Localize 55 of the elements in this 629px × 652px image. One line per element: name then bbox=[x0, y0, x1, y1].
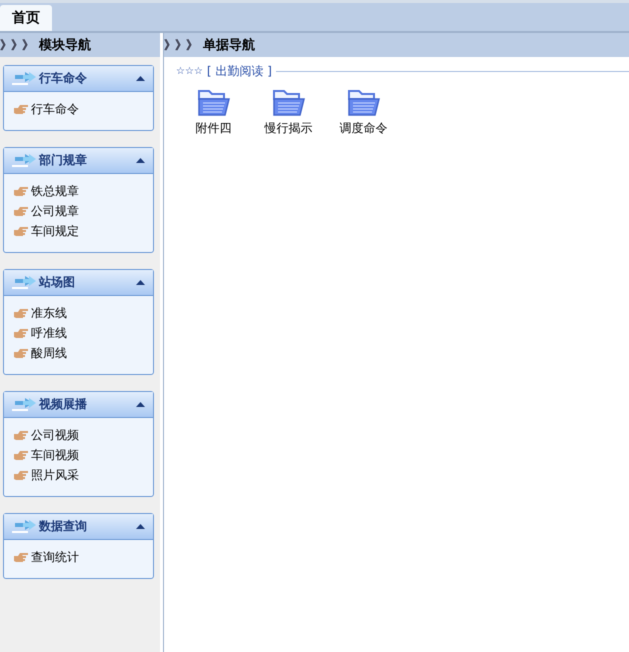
collapse-icon[interactable] bbox=[136, 402, 145, 407]
chevrons-text: 》》》 bbox=[164, 36, 197, 54]
panel-title: 视频展播 bbox=[39, 396, 88, 413]
panel-header[interactable]: 站场图 bbox=[4, 270, 153, 296]
nav-link[interactable]: 照片风采 bbox=[31, 466, 79, 484]
nav-link[interactable]: 准东线 bbox=[31, 304, 67, 322]
sidebar-title: 模块导航 bbox=[39, 36, 91, 54]
folder-icon[interactable] bbox=[348, 90, 380, 116]
pointing-hand-icon bbox=[13, 226, 28, 236]
pointing-hand-icon bbox=[13, 552, 28, 562]
nav-link[interactable]: 查询统计 bbox=[31, 548, 79, 566]
collapse-icon[interactable] bbox=[136, 158, 145, 163]
arrow-icon bbox=[11, 520, 37, 534]
pointing-hand-icon bbox=[13, 328, 28, 338]
nav-link[interactable]: 行车命令 bbox=[31, 100, 79, 118]
panel-title: 部门规章 bbox=[39, 152, 88, 169]
pointing-hand-icon bbox=[13, 470, 28, 480]
panel-header[interactable]: 视频展播 bbox=[4, 392, 153, 418]
collapse-icon[interactable] bbox=[136, 280, 145, 285]
arrow-icon bbox=[11, 72, 37, 86]
pointing-hand-icon bbox=[13, 450, 28, 460]
nav-link[interactable]: 铁总规章 bbox=[31, 182, 79, 200]
pointing-hand-icon bbox=[13, 348, 28, 358]
pointing-hand-icon bbox=[13, 104, 28, 114]
stars-text: ☆☆☆ bbox=[176, 66, 203, 77]
panel-title: 站场图 bbox=[39, 274, 76, 291]
folder-icon[interactable] bbox=[272, 90, 304, 116]
panel-header[interactable]: 数据查询 bbox=[4, 514, 153, 540]
nav-link[interactable]: 呼准线 bbox=[31, 324, 67, 342]
folder-label[interactable]: 慢行揭示 bbox=[264, 120, 312, 137]
arrow-icon bbox=[11, 276, 37, 290]
tab[interactable]: 首页 bbox=[0, 5, 52, 31]
panel-title: 行车命令 bbox=[39, 70, 88, 87]
nav-link[interactable]: 酸周线 bbox=[31, 344, 67, 362]
nav-link[interactable]: 车间视频 bbox=[31, 446, 79, 464]
collapse-icon[interactable] bbox=[136, 76, 145, 81]
arrow-icon bbox=[11, 398, 37, 412]
panel-header[interactable]: 部门规章 bbox=[4, 148, 153, 174]
pointing-hand-icon bbox=[13, 430, 28, 440]
group-title: [ 出勤阅读 ] bbox=[206, 63, 272, 80]
folder-label[interactable]: 调度命令 bbox=[340, 120, 388, 137]
panel-header[interactable]: 行车命令 bbox=[4, 66, 153, 92]
panel-title: 数据查询 bbox=[39, 518, 88, 535]
main-title: 单据导航 bbox=[203, 36, 255, 54]
folder-label[interactable]: 附件四 bbox=[196, 120, 232, 137]
nav-link[interactable]: 车间规定 bbox=[31, 222, 79, 240]
chevrons-text: 》》》 bbox=[0, 36, 33, 54]
pointing-hand-icon bbox=[13, 206, 28, 216]
nav-link[interactable]: 公司视频 bbox=[31, 426, 79, 444]
arrow-icon bbox=[11, 154, 37, 168]
folder-icon[interactable] bbox=[198, 90, 230, 116]
nav-link[interactable]: 公司规章 bbox=[31, 202, 79, 220]
collapse-icon[interactable] bbox=[136, 524, 145, 529]
pointing-hand-icon bbox=[13, 308, 28, 318]
pointing-hand-icon bbox=[13, 186, 28, 196]
